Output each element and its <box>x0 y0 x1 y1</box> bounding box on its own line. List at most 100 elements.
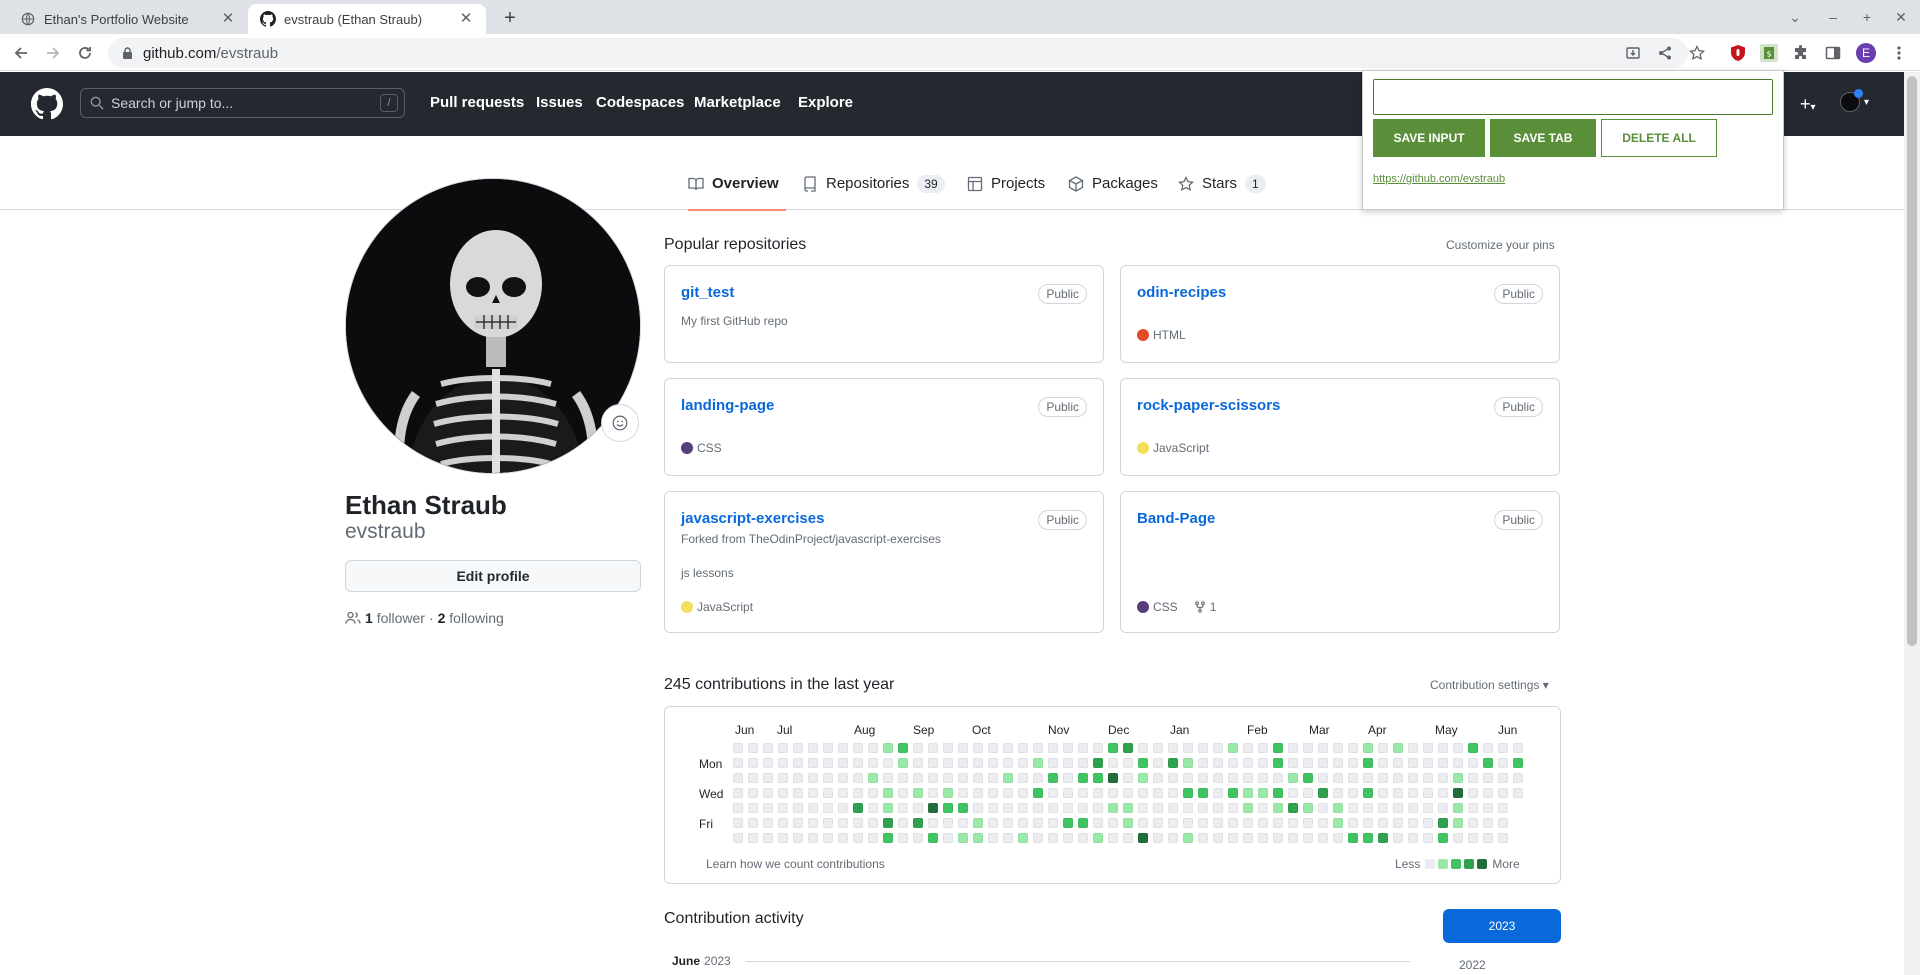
contribution-day[interactable] <box>928 833 938 843</box>
contribution-day[interactable] <box>943 788 953 798</box>
contribution-day[interactable] <box>1438 743 1448 753</box>
contribution-day[interactable] <box>823 758 833 768</box>
contribution-day[interactable] <box>1378 773 1388 783</box>
contribution-day[interactable] <box>1198 743 1208 753</box>
contribution-day[interactable] <box>1288 773 1298 783</box>
contribution-day[interactable] <box>1348 758 1358 768</box>
contribution-day[interactable] <box>1303 833 1313 843</box>
contribution-day[interactable] <box>778 803 788 813</box>
contribution-day[interactable] <box>1453 743 1463 753</box>
contribution-day[interactable] <box>1243 833 1253 843</box>
contribution-day[interactable] <box>1363 773 1373 783</box>
contribution-day[interactable] <box>913 758 923 768</box>
contribution-day[interactable] <box>973 803 983 813</box>
contribution-day[interactable] <box>1468 773 1478 783</box>
contribution-day[interactable] <box>1108 743 1118 753</box>
contribution-day[interactable] <box>1198 788 1208 798</box>
contribution-day[interactable] <box>1003 833 1013 843</box>
contribution-day[interactable] <box>973 818 983 828</box>
contribution-day[interactable] <box>1153 758 1163 768</box>
contribution-day[interactable] <box>1408 788 1418 798</box>
contribution-day[interactable] <box>1078 818 1088 828</box>
contribution-day[interactable] <box>1093 833 1103 843</box>
contribution-day[interactable] <box>1123 743 1133 753</box>
contribution-day[interactable] <box>1498 743 1508 753</box>
save-input-field[interactable] <box>1373 79 1773 115</box>
contribution-day[interactable] <box>1348 803 1358 813</box>
contribution-day[interactable] <box>1183 803 1193 813</box>
contribution-day[interactable] <box>853 788 863 798</box>
contribution-day[interactable] <box>1408 818 1418 828</box>
contribution-day[interactable] <box>763 818 773 828</box>
contribution-day[interactable] <box>1123 818 1133 828</box>
contribution-day[interactable] <box>1483 818 1493 828</box>
contribution-day[interactable] <box>1258 773 1268 783</box>
contribution-day[interactable] <box>1333 818 1343 828</box>
contribution-day[interactable] <box>1423 833 1433 843</box>
contribution-day[interactable] <box>913 803 923 813</box>
contribution-day[interactable] <box>838 833 848 843</box>
contribution-day[interactable] <box>883 743 893 753</box>
contribution-day[interactable] <box>1258 818 1268 828</box>
contribution-day[interactable] <box>1018 788 1028 798</box>
contribution-day[interactable] <box>868 743 878 753</box>
contribution-day[interactable] <box>793 743 803 753</box>
contribution-day[interactable] <box>1078 803 1088 813</box>
contribution-day[interactable] <box>1063 743 1073 753</box>
contribution-day[interactable] <box>1003 803 1013 813</box>
contribution-day[interactable] <box>898 788 908 798</box>
contribution-day[interactable] <box>793 758 803 768</box>
contribution-day[interactable] <box>823 818 833 828</box>
contribution-day[interactable] <box>1423 818 1433 828</box>
contribution-day[interactable] <box>1423 803 1433 813</box>
contribution-day[interactable] <box>1363 833 1373 843</box>
contribution-day[interactable] <box>778 758 788 768</box>
contribution-day[interactable] <box>1348 788 1358 798</box>
contribution-day[interactable] <box>1198 818 1208 828</box>
contribution-day[interactable] <box>1213 788 1223 798</box>
contribution-day[interactable] <box>823 803 833 813</box>
contribution-day[interactable] <box>913 818 923 828</box>
contribution-day[interactable] <box>733 833 743 843</box>
contribution-settings-dropdown[interactable]: Contribution settings ▾ <box>1430 678 1549 692</box>
tab-saver-extension-icon[interactable]: $ <box>1756 40 1782 66</box>
contribution-day[interactable] <box>913 833 923 843</box>
contribution-day[interactable] <box>1258 758 1268 768</box>
contribution-day[interactable] <box>1288 758 1298 768</box>
contribution-day[interactable] <box>1288 818 1298 828</box>
contribution-day[interactable] <box>1423 773 1433 783</box>
contribution-day[interactable] <box>1483 788 1493 798</box>
tab-stars[interactable]: Stars 1 <box>1178 175 1266 211</box>
contribution-day[interactable] <box>1273 833 1283 843</box>
scrollbar-thumb[interactable] <box>1907 76 1917 646</box>
contribution-day[interactable] <box>1303 818 1313 828</box>
set-status-button[interactable] <box>601 404 639 442</box>
contribution-day[interactable] <box>898 743 908 753</box>
contribution-day[interactable] <box>1228 833 1238 843</box>
contribution-day[interactable] <box>988 818 998 828</box>
contribution-day[interactable] <box>1228 743 1238 753</box>
contribution-day[interactable] <box>733 773 743 783</box>
contribution-day[interactable] <box>1213 833 1223 843</box>
contribution-day[interactable] <box>1498 803 1508 813</box>
contribution-day[interactable] <box>1393 758 1403 768</box>
address-bar[interactable]: github.com/evstraub <box>108 38 1688 68</box>
contribution-day[interactable] <box>1513 788 1523 798</box>
contribution-day[interactable] <box>1063 803 1073 813</box>
contribution-day[interactable] <box>1243 758 1253 768</box>
saved-link[interactable]: https://github.com/evstraub <box>1373 173 1505 185</box>
contribution-day[interactable] <box>1078 773 1088 783</box>
contribution-day[interactable] <box>808 758 818 768</box>
contribution-day[interactable] <box>1198 803 1208 813</box>
contribution-day[interactable] <box>868 773 878 783</box>
contribution-day[interactable] <box>1363 803 1373 813</box>
contribution-day[interactable] <box>1378 758 1388 768</box>
chevron-down-icon[interactable]: ⌄ <box>1782 6 1808 28</box>
contribution-day[interactable] <box>988 833 998 843</box>
contribution-day[interactable] <box>778 833 788 843</box>
contribution-day[interactable] <box>928 758 938 768</box>
contribution-day[interactable] <box>1423 758 1433 768</box>
profile-avatar-icon[interactable]: E <box>1853 40 1879 66</box>
contribution-day[interactable] <box>1318 818 1328 828</box>
forked-from-text[interactable]: Forked from TheOdinProject/javascript-ex… <box>681 532 941 546</box>
